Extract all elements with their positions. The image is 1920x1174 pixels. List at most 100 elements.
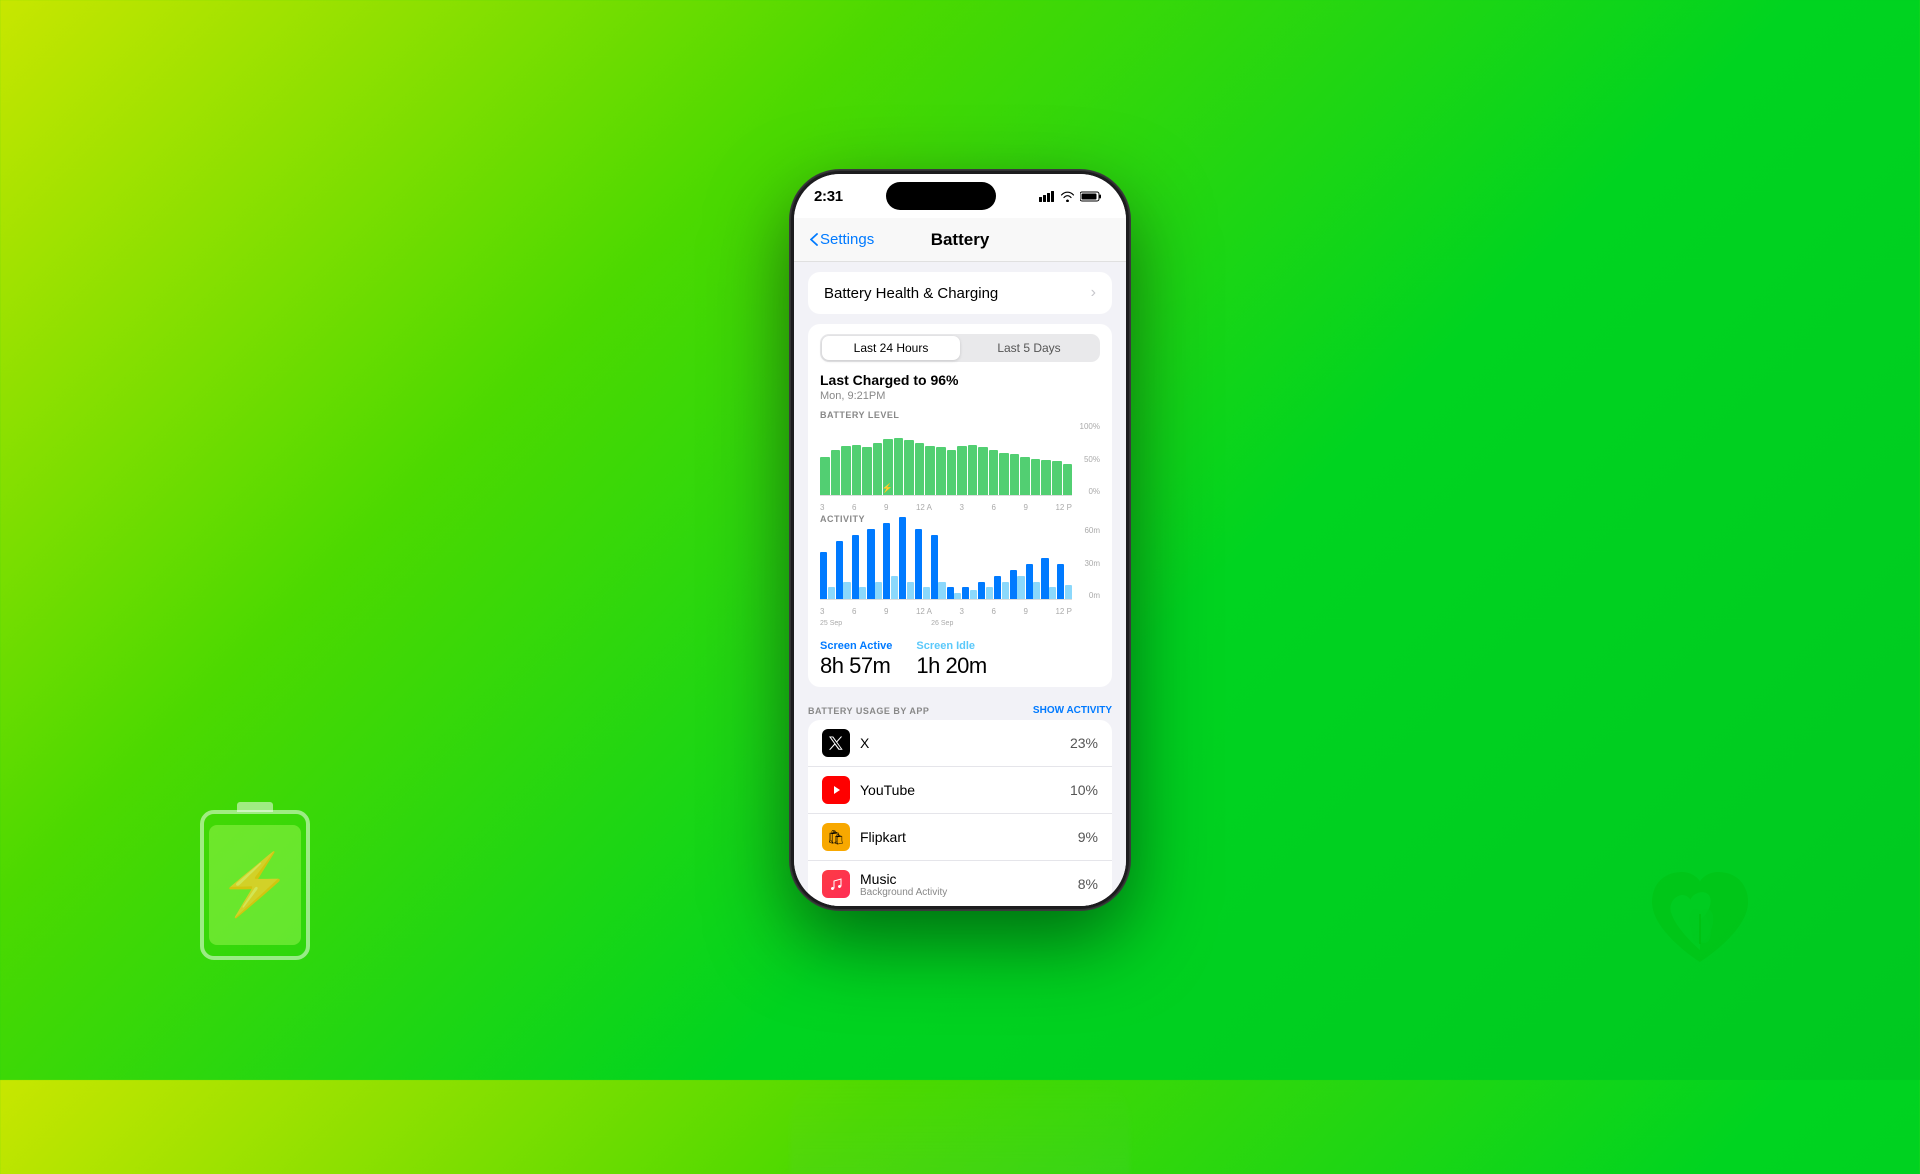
nav-bar: Settings Battery [794,218,1126,262]
battery-level-label: BATTERY LEVEL [820,410,1100,420]
back-button[interactable]: Settings [810,231,874,248]
app-list: X 23% YouTube 10% [808,720,1112,906]
screen-active-bar [994,576,1001,599]
back-chevron-icon [810,233,818,246]
status-time: 2:31 [814,188,843,205]
screen-idle-bar [1065,585,1072,599]
screen-idle-bar [843,582,850,600]
screen-idle-bar [875,582,882,600]
y-label-100: 100% [1080,422,1100,431]
app-music-sub: Background Activity [860,887,1078,898]
charged-time: Mon, 9:21PM [820,390,1100,402]
dynamic-island [886,182,996,210]
battery-bar [1020,457,1030,496]
app-percent-youtube: 10% [1070,782,1098,798]
app-row-x[interactable]: X 23% [808,720,1112,767]
time-tabs: Last 24 Hours Last 5 Days [820,334,1100,362]
screen-idle-bar [923,587,930,599]
battery-bar [831,450,841,496]
battery-status-icon [1080,191,1102,202]
screen-idle-bar [891,576,898,599]
wifi-icon [1060,191,1075,202]
activity-x-labels: 3 6 9 12 A 3 6 9 12 P [820,607,1072,616]
tab-last-5-days[interactable]: Last 5 Days [960,336,1098,360]
activity-bar-group [978,526,993,599]
screen-active-bar [1057,564,1064,599]
activity-bar-group [1026,526,1041,599]
decorative-battery-icon: ⚡ [200,810,310,960]
time-selector-section: Last 24 Hours Last 5 Days Last Charged t… [808,324,1112,687]
activity-bar-group [867,526,882,599]
battery-x-labels: 3 6 9 12 A 3 6 9 12 P [820,503,1072,512]
app-name-flipkart: Flipkart [860,829,1078,845]
screen-active-bar [820,552,827,599]
status-icons [1039,191,1102,202]
battery-bar [968,445,978,495]
screen-idle-bar [1017,576,1024,599]
screen-idle-value: 1h 20m [916,653,986,679]
screen-idle-bar [938,582,945,600]
act-y-0: 0m [1089,591,1100,600]
battery-bar [1031,459,1041,495]
screen-idle-bar [970,590,977,599]
battery-bar [1063,464,1073,496]
screen-idle-bar [1049,587,1056,599]
screen-idle-bar [986,587,993,599]
screen-idle-label: Screen Idle [916,640,986,652]
screen-active-bar [915,529,922,599]
screen-active-stat: Screen Active 8h 57m [820,640,892,679]
activity-bar-group [1010,526,1025,599]
battery-level-chart: 100% 50% 0% 3 6 9 12 A 3 6 9 12 P [820,422,1100,512]
act-date-1: 25 Sep [820,620,842,627]
app-icon-youtube [822,776,850,804]
battery-bar [862,447,872,495]
activity-bar-group [899,526,914,599]
app-row-youtube[interactable]: YouTube 10% [808,767,1112,814]
battery-bar [915,443,925,496]
status-bar: 2:31 [794,174,1126,218]
app-name-music: Music [860,871,1078,887]
decorative-bolt-icon: ⚡ [218,855,293,915]
app-row-music[interactable]: Music Background Activity 8% [808,861,1112,906]
screen-idle-bar [1033,582,1040,600]
y-label-0: 0% [1088,487,1100,496]
screen-idle-bar [828,587,835,599]
app-name-youtube: YouTube [860,782,1070,798]
screen-active-bar [883,523,890,599]
battery-bar [947,450,957,496]
app-name-x: X [860,735,1070,751]
battery-bar [925,446,935,495]
screen-active-value: 8h 57m [820,653,892,679]
activity-bar-group [915,526,930,599]
show-activity-button[interactable]: SHOW ACTIVITY [1033,705,1112,716]
activity-bar-group [883,526,898,599]
screen-idle-bar [907,582,914,600]
signal-icon [1039,191,1055,202]
nav-title: Battery [931,230,990,250]
app-row-flipkart[interactable]: 🛍 Flipkart 9% [808,814,1112,861]
activity-bar-group [820,526,835,599]
battery-bar [894,438,904,495]
screen-active-label: Screen Active [820,640,892,652]
battery-bar [841,446,851,495]
activity-bar-group [1057,526,1072,599]
battery-bar [904,440,914,495]
battery-bar [1010,454,1020,495]
back-label: Settings [820,231,874,248]
screen-active-bar [899,517,906,599]
app-icon-music [822,870,850,898]
app-icon-x [822,729,850,757]
screen-idle-bar [1002,582,1009,600]
tab-last-24-hours[interactable]: Last 24 Hours [822,336,960,360]
activity-bar-group [931,526,946,599]
activity-bar-group [1041,526,1056,599]
battery-health-label: Battery Health & Charging [824,285,998,302]
battery-bar [978,447,988,495]
activity-bar-group [994,526,1009,599]
act-date-2: 26 Sep [931,620,953,627]
screen-summary: Screen Active 8h 57m Screen Idle 1h 20m [820,630,1100,687]
screen-active-bar [931,535,938,599]
screen-active-bar [852,535,859,599]
activity-y-labels: 60m 30m 0m [1084,526,1100,600]
battery-health-row[interactable]: Battery Health & Charging › [808,272,1112,314]
